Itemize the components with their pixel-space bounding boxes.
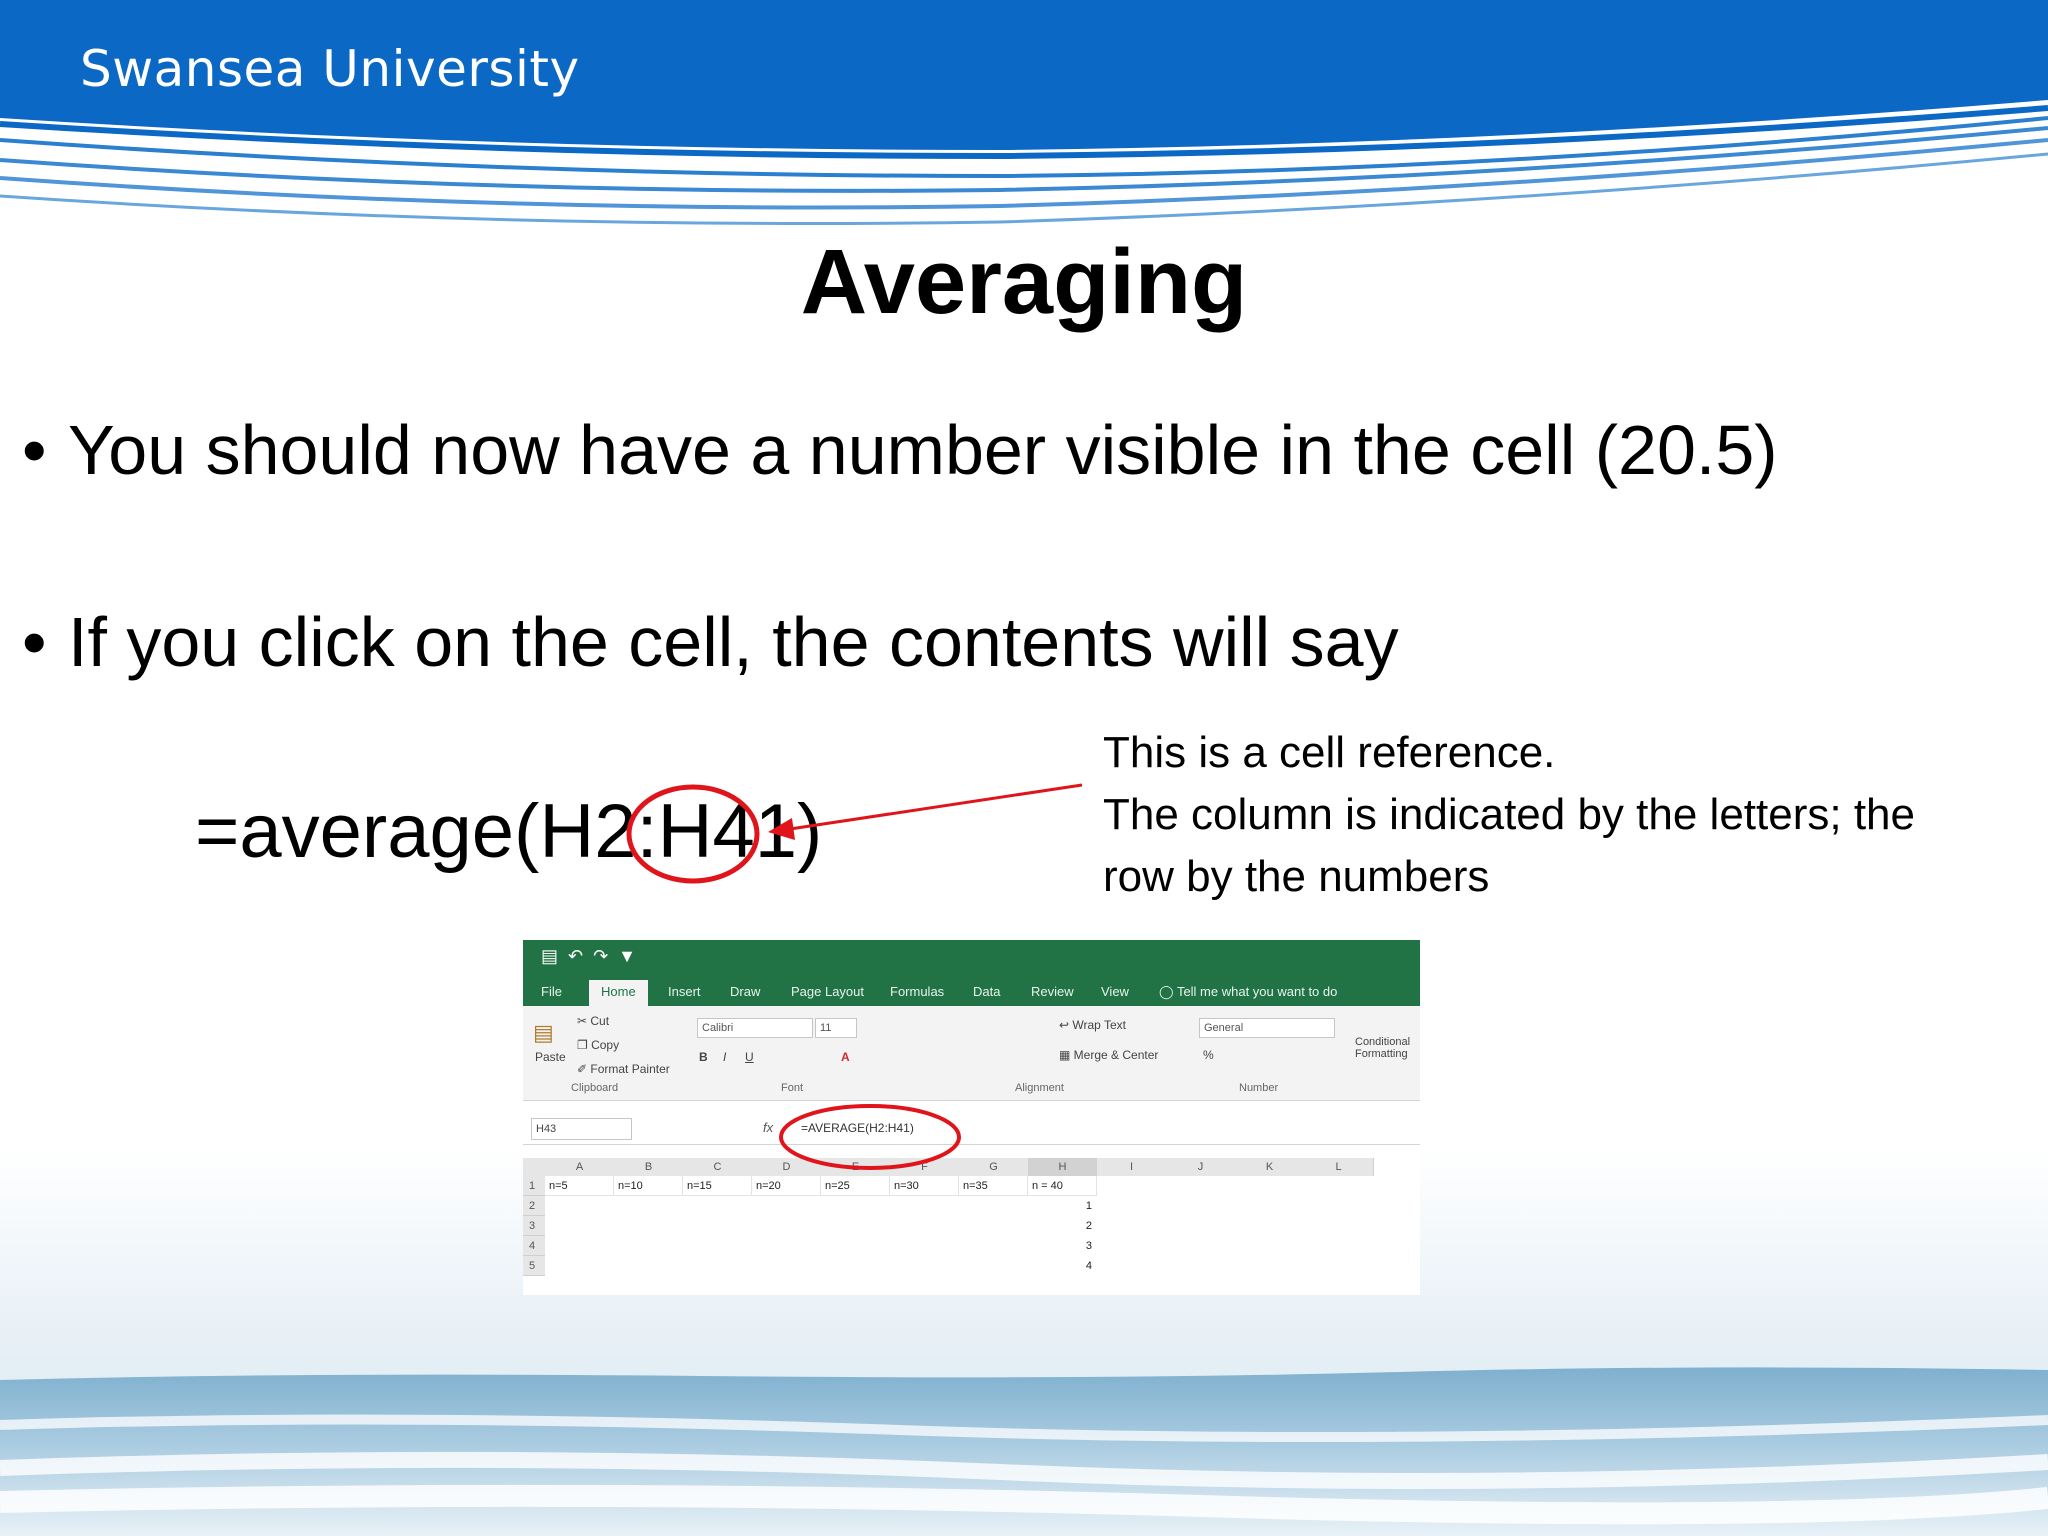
row-header-4[interactable]: 4 — [523, 1236, 545, 1256]
cell-d1[interactable]: n=20 — [752, 1176, 821, 1196]
group-font: Font — [781, 1082, 804, 1094]
cell-h1[interactable]: n = 40 — [1028, 1176, 1097, 1196]
format-painter-button[interactable]: ✐ Format Painter — [577, 1062, 670, 1076]
select-all-corner[interactable] — [523, 1158, 546, 1176]
cell-f1[interactable]: n=30 — [890, 1176, 959, 1196]
column-header-b[interactable]: B — [614, 1158, 684, 1176]
annotation-line-1: This is a cell reference. — [1103, 728, 1556, 777]
cell-a1[interactable]: n=5 — [545, 1176, 614, 1196]
university-logo-text: Swansea University — [80, 40, 580, 98]
formula-text: =average(H2:H41) — [195, 789, 823, 874]
column-header-l[interactable]: L — [1304, 1158, 1374, 1176]
tab-data[interactable]: Data — [973, 984, 1000, 999]
conditional-formatting-button[interactable]: Conditional Formatting — [1355, 1036, 1410, 1060]
tab-review[interactable]: Review — [1031, 984, 1074, 999]
formula-bar-content[interactable]: =AVERAGE(H2:H41) — [801, 1121, 914, 1135]
merge-icon: ▦ — [1059, 1048, 1074, 1062]
column-header-h[interactable]: H — [1028, 1158, 1098, 1176]
column-header-k[interactable]: K — [1235, 1158, 1305, 1176]
cell-h2[interactable]: 1 — [1028, 1196, 1092, 1216]
percent-button[interactable]: % — [1203, 1048, 1214, 1062]
bullet-2-text: If you click on the cell, the contents w… — [68, 603, 1399, 681]
row-header-1[interactable]: 1 — [523, 1176, 545, 1196]
cell-c1[interactable]: n=15 — [683, 1176, 752, 1196]
font-name-select[interactable]: Calibri — [697, 1018, 813, 1038]
name-box[interactable]: H43 — [531, 1118, 632, 1140]
underline-button[interactable]: U — [745, 1050, 754, 1064]
tab-formulas[interactable]: Formulas — [890, 984, 944, 999]
group-alignment: Alignment — [1015, 1082, 1064, 1094]
slide-title: Averaging — [800, 231, 1248, 333]
column-header-c[interactable]: C — [683, 1158, 753, 1176]
row-header-5[interactable]: 5 — [523, 1256, 545, 1276]
lightbulb-icon: ◯ — [1159, 984, 1177, 999]
bullet-2: • If you click on the cell, the contents … — [22, 602, 1399, 682]
wrap-text-button[interactable]: ↩ Wrap Text — [1059, 1018, 1126, 1032]
annotation-line-2: The column is indicated by the letters; … — [1103, 790, 1915, 839]
tab-draw[interactable]: Draw — [730, 984, 760, 999]
bold-button[interactable]: B — [699, 1050, 708, 1064]
cell-h4[interactable]: 3 — [1028, 1236, 1092, 1256]
tab-page-layout[interactable]: Page Layout — [791, 984, 864, 999]
tab-file[interactable]: File — [541, 984, 562, 999]
wrap-icon: ↩ — [1059, 1018, 1073, 1032]
column-header-e[interactable]: E — [821, 1158, 891, 1176]
group-number: Number — [1239, 1082, 1279, 1094]
formula-bar: H43 fx =AVERAGE(H2:H41) — [523, 1114, 1420, 1145]
row-header-3[interactable]: 3 — [523, 1216, 545, 1236]
column-header-i[interactable]: I — [1097, 1158, 1167, 1176]
bullet-dot-icon: • — [22, 603, 47, 681]
group-clipboard: Clipboard — [571, 1082, 619, 1094]
italic-button[interactable]: I — [723, 1050, 726, 1064]
copy-button[interactable]: ❐ Copy — [577, 1038, 619, 1052]
paste-icon[interactable]: ▤ — [533, 1020, 554, 1046]
bullet-dot-icon: • — [22, 411, 47, 489]
column-header-g[interactable]: G — [959, 1158, 1029, 1176]
tell-me-text: Tell me what you want to do — [1176, 984, 1338, 999]
header-banner — [0, 0, 2048, 226]
cell-h3[interactable]: 2 — [1028, 1216, 1092, 1236]
tell-me-box[interactable]: ◯ Tell me what you want to do — [1159, 984, 1337, 1000]
brush-icon: ✐ — [577, 1062, 591, 1076]
quick-access-icons: ▤↶↷▼ — [541, 946, 646, 966]
annotation-line-3: row by the numbers — [1103, 852, 1490, 901]
column-header-a[interactable]: A — [545, 1158, 615, 1176]
cell-h5[interactable]: 4 — [1028, 1256, 1092, 1276]
number-format-select[interactable]: General — [1199, 1018, 1335, 1038]
scissors-icon: ✂ — [577, 1014, 591, 1028]
tab-insert[interactable]: Insert — [668, 984, 701, 999]
annotation-arrow — [789, 783, 1083, 831]
fx-icon[interactable]: fx — [763, 1120, 773, 1135]
bullet-1-text: You should now have a number visible in … — [68, 411, 1778, 489]
bullet-1: • You should now have a number visible in… — [22, 410, 1778, 490]
cell-e1[interactable]: n=25 — [821, 1176, 890, 1196]
font-size-select[interactable]: 11 — [815, 1018, 857, 1038]
excel-ribbon: ▤ Paste ✂ Cut ❐ Copy ✐ Format Painter Cl… — [523, 1006, 1420, 1101]
column-header-j[interactable]: J — [1166, 1158, 1236, 1176]
column-header-d[interactable]: D — [752, 1158, 822, 1176]
cell-g1[interactable]: n=35 — [959, 1176, 1028, 1196]
paste-button[interactable]: Paste — [535, 1050, 566, 1064]
excel-screenshot: ▤↶↷▼ File Home Insert Draw Page Layout F… — [523, 940, 1420, 1295]
excel-ribbon-tabs: File Home Insert Draw Page Layout Formul… — [523, 976, 1420, 1010]
excel-title-bar: ▤↶↷▼ — [523, 940, 1420, 976]
copy-icon: ❐ — [577, 1038, 592, 1052]
annotation-text: This is a cell reference. The column is … — [1103, 722, 1915, 908]
column-header-f[interactable]: F — [890, 1158, 960, 1176]
tab-view[interactable]: View — [1101, 984, 1129, 999]
row-header-2[interactable]: 2 — [523, 1196, 545, 1216]
cut-button[interactable]: ✂ Cut — [577, 1014, 609, 1028]
font-color-button[interactable]: A — [841, 1050, 850, 1064]
merge-center-button[interactable]: ▦ Merge & Center — [1059, 1048, 1158, 1062]
cell-b1[interactable]: n=10 — [614, 1176, 683, 1196]
